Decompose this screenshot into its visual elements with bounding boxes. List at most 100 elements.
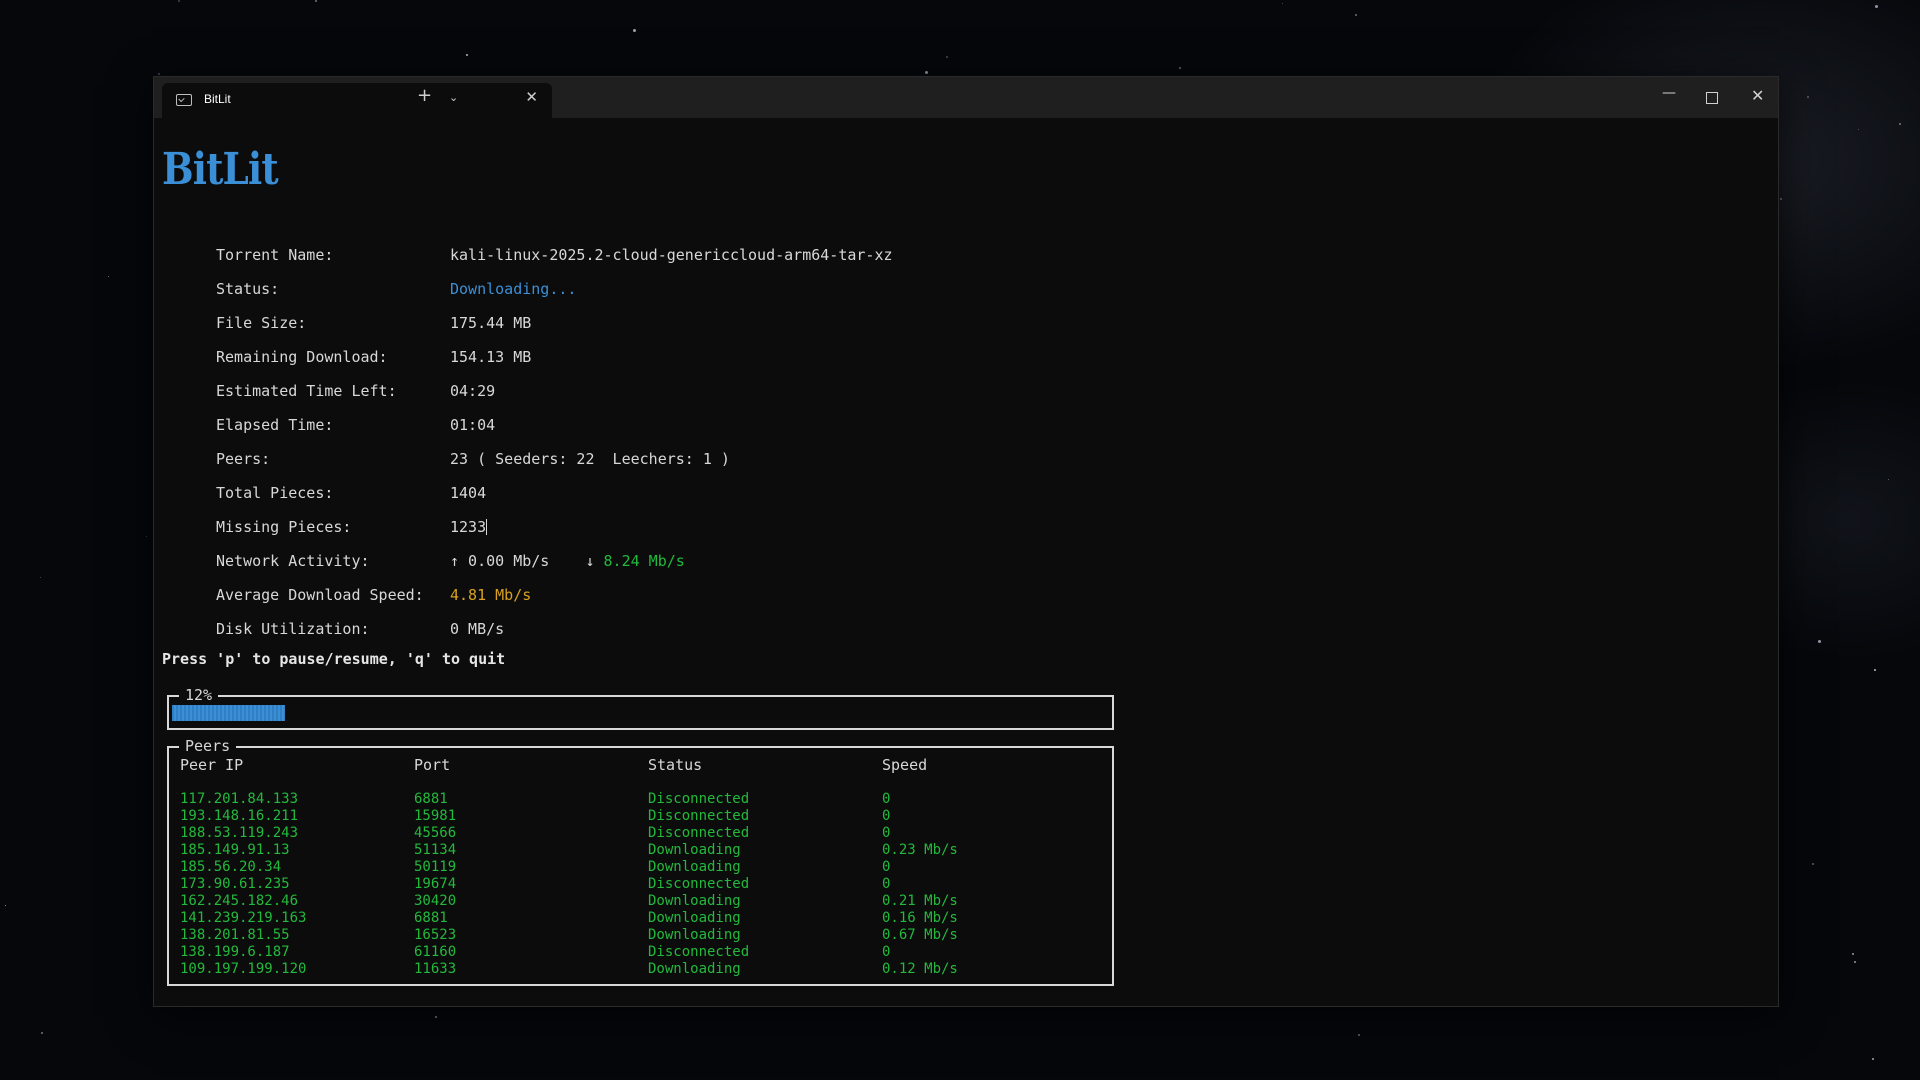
peers-panel: Peers Peer IP Port Status Speed 117.201.… — [167, 737, 1114, 986]
table-row: 138.199.6.187 61160 Disconnected 0 — [169, 944, 1112, 961]
new-tab-button[interactable]: + — [417, 85, 432, 106]
peer-status: Disconnected — [648, 825, 750, 841]
peer-status: Downloading — [648, 842, 741, 858]
average-speed-value: 4.81 Mb/s — [450, 586, 532, 604]
star — [1282, 3, 1283, 4]
peer-port: 11633 — [414, 961, 457, 977]
info-value: 154.13 MB — [450, 348, 532, 366]
info-label: Elapsed Time: — [216, 416, 334, 434]
star — [633, 29, 636, 32]
column-header-peer-ip: Peer IP — [180, 756, 244, 774]
star — [108, 276, 109, 277]
peer-status: Disconnected — [648, 791, 750, 807]
info-label: Torrent Name: — [216, 246, 334, 264]
star — [1812, 863, 1814, 865]
star — [1874, 669, 1876, 671]
peer-ip: 138.199.6.187 — [180, 944, 290, 960]
minimize-button[interactable]: — — [1662, 85, 1676, 101]
peer-port: 50119 — [414, 859, 457, 875]
table-row: 141.239.219.163 6881 Downloading 0.16 Mb/s — [169, 910, 1112, 927]
progress-bar-fill — [172, 705, 285, 721]
peer-speed: 0.12 Mb/s — [882, 961, 958, 977]
peer-status: Downloading — [648, 927, 741, 943]
star — [1888, 479, 1889, 480]
star — [1179, 67, 1181, 69]
peer-speed: 0 — [882, 825, 891, 841]
keyboard-hint: Press 'p' to pause/resume, 'q' to quit — [162, 650, 506, 668]
peer-ip: 193.148.16.211 — [180, 808, 299, 824]
chevron-down-icon[interactable]: ⌄ — [449, 91, 458, 104]
terminal-window: BitLit ✕ + ⌄ — ✕ BitLit Torrent Name: ka… — [153, 76, 1779, 1007]
tab-title: BitLit — [204, 92, 231, 106]
peer-ip: 109.197.199.120 — [180, 961, 307, 977]
progress-panel: 12% — [167, 686, 1114, 730]
maximize-button[interactable] — [1706, 92, 1718, 104]
info-label: Network Activity: — [216, 552, 370, 570]
peer-status: Downloading — [648, 859, 741, 875]
star — [1358, 1034, 1360, 1036]
table-row: 173.90.61.235 19674 Disconnected 0 — [169, 876, 1112, 893]
peers-panel-title: Peers — [179, 737, 237, 755]
peer-port: 19674 — [414, 876, 457, 892]
peer-port: 6881 — [414, 910, 448, 926]
peer-status: Disconnected — [648, 808, 750, 824]
info-label: Status: — [216, 280, 280, 298]
star — [1858, 129, 1859, 130]
peer-status: Downloading — [648, 961, 741, 977]
table-row: 185.56.20.34 50119 Downloading 0 — [169, 859, 1112, 876]
text-cursor — [486, 519, 488, 535]
network-activity-value: ↑ 0.00 Mb/s ↓ 8.24 Mb/s — [450, 552, 685, 570]
close-window-button[interactable]: ✕ — [1751, 86, 1764, 105]
table-row: 188.53.119.243 45566 Disconnected 0 — [169, 825, 1112, 842]
peer-status: Disconnected — [648, 876, 750, 892]
peer-ip: 188.53.119.243 — [180, 825, 299, 841]
star — [146, 536, 147, 537]
star — [178, 0, 180, 2]
star — [41, 1032, 43, 1034]
star — [5, 905, 6, 906]
terminal-icon — [176, 94, 192, 106]
column-header-port: Port — [414, 756, 451, 774]
star — [1852, 953, 1854, 955]
star — [435, 1016, 437, 1018]
peer-status: Downloading — [648, 893, 741, 909]
peer-port: 30420 — [414, 893, 457, 909]
tab-bitlit[interactable]: BitLit ✕ — [162, 83, 552, 118]
peer-port: 6881 — [414, 791, 448, 807]
close-tab-icon[interactable]: ✕ — [525, 88, 538, 106]
peer-ip: 185.56.20.34 — [180, 859, 282, 875]
peer-speed: 0.21 Mb/s — [882, 893, 958, 909]
missing-pieces-value: 1233 — [450, 518, 487, 536]
peer-ip: 117.201.84.133 — [180, 791, 299, 807]
info-value: kali-linux-2025.2-cloud-genericcloud-arm… — [450, 246, 893, 264]
peer-speed: 0.16 Mb/s — [882, 910, 958, 926]
table-row: 185.149.91.13 51134 Downloading 0.23 Mb/s — [169, 842, 1112, 859]
upload-speed: ↑ 0.00 Mb/s — [450, 552, 550, 570]
info-value: 01:04 — [450, 416, 496, 434]
info-value: 1404 — [450, 484, 487, 502]
progress-percent: 12% — [179, 686, 219, 704]
peer-port: 61160 — [414, 944, 457, 960]
info-label: Disk Utilization: — [216, 620, 370, 638]
peer-ip: 138.201.81.55 — [180, 927, 290, 943]
table-row: 162.245.182.46 30420 Downloading 0.21 Mb/s — [169, 893, 1112, 910]
app-logo: BitLit — [162, 144, 279, 195]
star — [946, 56, 948, 58]
table-row: 117.201.84.133 6881 Disconnected 0 — [169, 791, 1112, 808]
peer-speed: 0 — [882, 859, 891, 875]
download-arrow-icon: ↓ — [585, 552, 595, 570]
peer-ip: 141.239.219.163 — [180, 910, 307, 926]
peer-ip: 185.149.91.13 — [180, 842, 290, 858]
info-label: File Size: — [216, 314, 307, 332]
column-header-speed: Speed — [882, 756, 928, 774]
star — [1780, 198, 1782, 200]
table-row: 138.201.81.55 16523 Downloading 0.67 Mb/s — [169, 927, 1112, 944]
title-bar: BitLit ✕ + ⌄ — ✕ — [154, 77, 1778, 118]
star — [158, 73, 160, 75]
star — [1872, 1058, 1874, 1060]
peer-ip: 162.245.182.46 — [180, 893, 299, 909]
peer-speed: 0.23 Mb/s — [882, 842, 958, 858]
info-label: Missing Pieces: — [216, 518, 352, 536]
star — [1875, 5, 1878, 8]
peer-speed: 0 — [882, 876, 891, 892]
